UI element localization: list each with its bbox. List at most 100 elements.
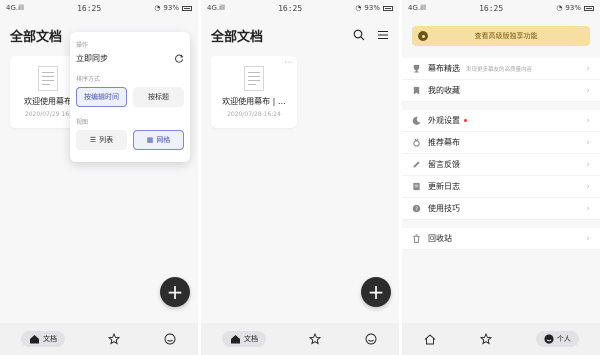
bottom-nav: 文档 [201,323,399,355]
nav-personal-label: 个人 [556,335,571,343]
premium-banner[interactable]: 查看高级版独享功能 [412,26,590,46]
list-item-label: 推荐幕布 [428,138,460,147]
view-list-button[interactable]: ☰ 列表 [76,130,127,150]
battery-level: 93% [364,4,380,12]
list-item-label: 留言反馈 [428,160,460,169]
nav-personal[interactable] [364,332,378,346]
sort-by-title-button[interactable]: 按标题 [133,87,184,107]
chevron-right-icon: › [586,203,590,214]
wifi-icon: ◔ [556,4,563,12]
star-icon [480,333,493,345]
document-thumbnail-icon [38,66,58,91]
signal-indicator: 4G.ill [408,4,426,12]
nav-docs-label: 文档 [43,335,57,343]
list-item-recommend[interactable]: 推荐幕布 › [402,132,600,154]
chevron-right-icon: › [586,181,590,192]
list-item-trash[interactable]: 回收站 › [402,228,600,250]
list-item-appearance[interactable]: 外观设置 › [402,110,600,132]
list-item-changelog[interactable]: 更新日志 › [402,176,600,198]
status-bar: 4G.ill 16:25 ◔ 93% [201,0,399,16]
list-icon: ☰ [89,136,97,144]
premium-icon [418,31,428,41]
screen-docs-grid: 4G.ill 16:25 ◔ 93% 全部文档 ··· 欢迎使用幕布 | … 2… [201,0,399,355]
chevron-right-icon: › [586,233,590,244]
menu-section-operations: 操作 [76,42,89,49]
menu-icon[interactable] [377,29,389,41]
sort-toggle: 按编辑时间 按标题 [76,87,184,107]
nav-favorites[interactable] [479,332,493,346]
log-icon [412,182,426,191]
more-options-icon[interactable]: ··· [284,58,292,67]
clock: 16:25 [77,3,102,13]
list-item-feedback[interactable]: 留言反馈 › [402,154,600,176]
nav-favorites[interactable] [107,332,121,346]
signal-indicator: 4G.ill [6,4,24,12]
list-item-label: 使用技巧 [428,204,460,213]
list-item-favorites[interactable]: 我的收藏 › [402,80,600,102]
options-menu: 操作 立即同步 排序方式 按编辑时间 按标题 视图 ☰ 列表 ▦ 网格 [70,32,190,162]
list-item-label: 更新日志 [428,182,460,191]
svg-text:?: ? [415,206,418,212]
list-item-tips[interactable]: ? 使用技巧 › [402,198,600,220]
add-document-button[interactable]: + [160,277,190,307]
nav-favorites[interactable] [308,332,322,346]
nav-personal[interactable] [163,332,177,346]
add-document-button[interactable]: + [361,277,391,307]
wifi-icon: ◔ [355,4,362,12]
plus-icon: + [166,280,184,304]
sync-now-label: 立即同步 [76,54,108,63]
list-item-label: 外观设置 [428,116,460,125]
smiley-icon [164,333,176,345]
premium-banner-label: 查看高级版独享功能 [474,32,538,40]
clock: 16:25 [479,3,504,13]
chevron-right-icon: › [586,159,590,170]
home-icon [424,333,436,344]
screen-personal: 4G.ill 16:25 ◔ 93% 查看高级版独享功能 幕布精选 发现更多幕友… [402,0,600,355]
sort-by-edit-time-button[interactable]: 按编辑时间 [76,87,127,107]
view-grid-button[interactable]: ▦ 网格 [133,130,184,150]
smiley-icon [544,334,554,344]
nav-docs-label: 文档 [244,335,258,343]
page-title: 全部文档 [10,29,63,45]
star-icon [108,333,120,345]
notification-dot [464,119,467,122]
nav-personal[interactable]: 个人 [535,331,579,347]
battery-level: 93% [163,4,179,12]
bottom-nav: 文档 [0,323,198,355]
list-item-label: 回收站 [428,234,452,243]
trash-icon [412,234,426,243]
list-item-subtitle: 发现更多幕友的高质量内容 [466,66,533,73]
battery-icon [382,5,393,11]
home-icon [30,335,39,344]
sync-icon [175,54,184,63]
menu-section-view: 视图 [76,119,89,126]
settings-list: 回收站 › [402,228,600,250]
search-icon[interactable] [353,29,365,41]
moon-icon [412,116,426,125]
signal-indicator: 4G.ill [207,4,225,12]
smiley-icon [365,333,377,345]
list-item-featured[interactable]: 幕布精选 发现更多幕友的高质量内容 › [402,58,600,80]
document-date: 2020/07/28 16:24 [227,111,281,118]
sync-now-item[interactable]: 立即同步 [76,53,184,64]
chevron-right-icon: › [586,137,590,148]
settings-list: 幕布精选 发现更多幕友的高质量内容 › 我的收藏 › [402,58,600,102]
status-bar: 4G.ill 16:25 ◔ 93% [402,0,600,16]
star-icon [309,333,321,345]
nav-docs[interactable]: 文档 [222,331,266,347]
chevron-right-icon: › [586,85,590,96]
view-list-label: 列表 [99,136,114,144]
trophy-icon [412,64,426,73]
document-card[interactable]: ··· 欢迎使用幕布 | … 2020/07/28 16:24 [211,56,297,128]
document-name: 欢迎使用幕布 | … [222,97,286,106]
view-grid-label: 网格 [156,136,171,144]
grid-icon: ▦ [146,136,154,144]
page-title: 全部文档 [211,29,264,45]
nav-docs[interactable]: 文档 [21,331,65,347]
battery-level: 93% [565,4,581,12]
chevron-right-icon: › [586,115,590,126]
nav-docs[interactable] [423,332,437,346]
clock: 16:25 [278,3,303,13]
list-item-label: 幕布精选 [428,64,460,73]
document-thumbnail-icon [244,66,264,91]
